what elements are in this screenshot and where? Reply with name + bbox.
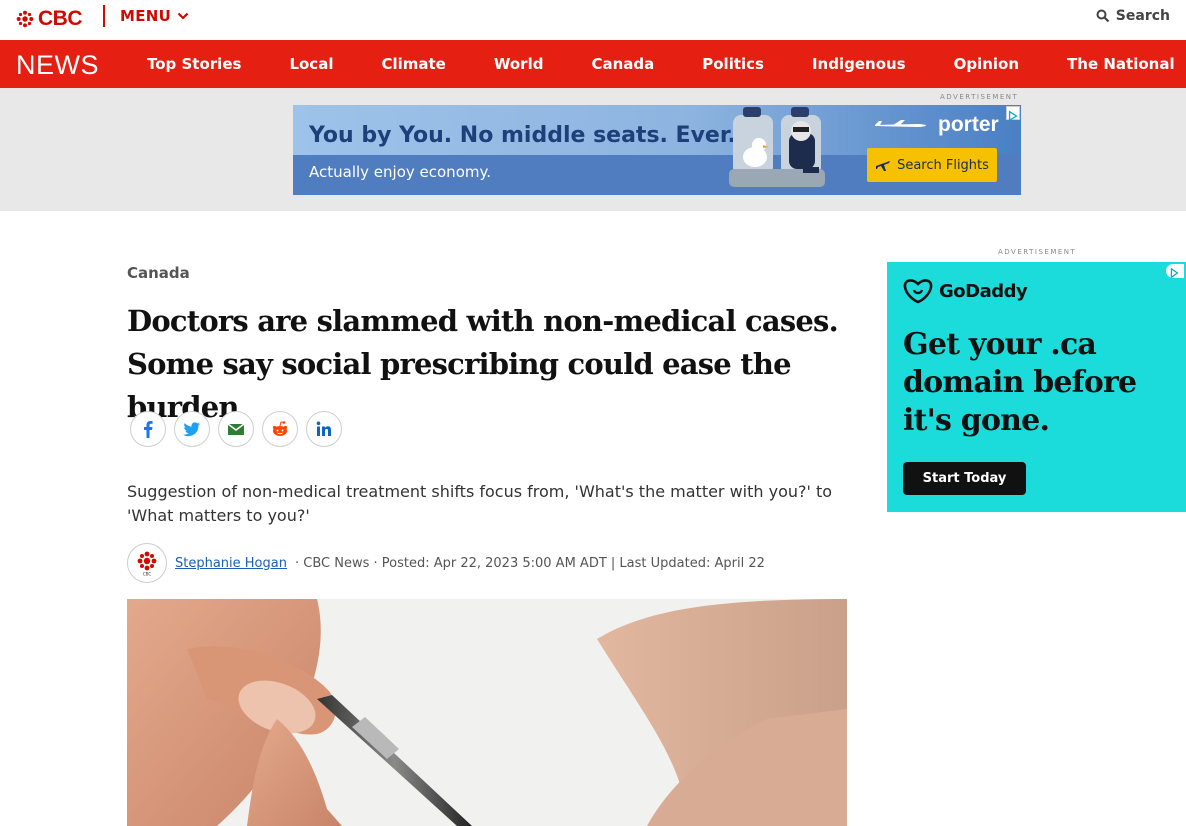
nav-item-top-stories[interactable]: Top Stories bbox=[147, 55, 241, 73]
linkedin-icon bbox=[316, 421, 331, 436]
cbc-logo[interactable]: CBC bbox=[16, 7, 83, 31]
adchoices-icon[interactable] bbox=[1166, 264, 1184, 279]
twitter-icon bbox=[183, 422, 200, 437]
porter-banner-ad[interactable]: You by You. No middle seats. Ever. Actua… bbox=[293, 105, 1021, 195]
menu-label: MENU bbox=[120, 7, 172, 25]
nav-item-canada[interactable]: Canada bbox=[591, 55, 654, 73]
article-headline: Doctors are slammed with non-medical cas… bbox=[127, 304, 839, 424]
cbc-gem-icon: CBC bbox=[137, 551, 157, 577]
header-divider bbox=[103, 5, 105, 27]
plane-icon bbox=[876, 161, 891, 171]
byline-meta: · CBC News · Posted: Apr 22, 2023 5:00 A… bbox=[294, 555, 765, 571]
share-bar bbox=[130, 411, 342, 447]
search-button[interactable]: Search bbox=[1096, 8, 1170, 24]
nav-item-the-national[interactable]: The National bbox=[1067, 55, 1175, 73]
share-facebook-button[interactable] bbox=[130, 411, 166, 447]
plane-icon bbox=[875, 120, 926, 127]
cbc-gem-icon bbox=[16, 10, 34, 28]
share-reddit-button[interactable] bbox=[262, 411, 298, 447]
search-flights-button[interactable]: Search Flights bbox=[867, 148, 997, 182]
nav-item-climate[interactable]: Climate bbox=[381, 55, 445, 73]
author-link[interactable]: Stephanie Hogan bbox=[175, 556, 287, 571]
article-dek: Suggestion of non-medical treatment shif… bbox=[127, 482, 833, 525]
godaddy-wordmark: GoDaddy bbox=[939, 280, 1028, 302]
porter-logo: porter bbox=[938, 113, 999, 136]
share-linkedin-button[interactable] bbox=[306, 411, 342, 447]
nav-item-local[interactable]: Local bbox=[289, 55, 333, 73]
menu-button[interactable]: MENU bbox=[120, 7, 189, 25]
hand-writing-photo bbox=[127, 599, 847, 826]
hero-image bbox=[127, 599, 847, 826]
search-icon bbox=[1096, 9, 1110, 23]
reddit-icon bbox=[272, 421, 288, 436]
ad-subline: Actually enjoy economy. bbox=[309, 163, 491, 181]
airplane-seats-illustration bbox=[729, 107, 825, 187]
nav-item-politics[interactable]: Politics bbox=[702, 55, 764, 73]
email-icon bbox=[227, 423, 245, 435]
godaddy-icon bbox=[903, 279, 933, 304]
ad-tag: ADVERTISEMENT bbox=[940, 93, 1019, 101]
nav-item-opinion[interactable]: Opinion bbox=[954, 55, 1019, 73]
ad-tag: ADVERTISEMENT bbox=[998, 248, 1077, 256]
adchoices-icon[interactable] bbox=[1006, 106, 1020, 122]
search-flights-label: Search Flights bbox=[897, 157, 989, 173]
cbc-wordmark: CBC bbox=[38, 7, 83, 30]
byline: CBC Stephanie Hogan · CBC News · Posted:… bbox=[127, 543, 765, 583]
section-kicker[interactable]: Canada bbox=[127, 264, 190, 282]
svg-text:CBC: CBC bbox=[143, 572, 151, 577]
facebook-icon bbox=[144, 421, 153, 438]
godaddy-sidebar-ad[interactable]: GoDaddy Get your .ca domain before it's … bbox=[887, 262, 1186, 512]
nav-item-world[interactable]: World bbox=[494, 55, 544, 73]
top-bar: CBC MENU Search bbox=[0, 0, 1186, 40]
ad-headline: You by You. No middle seats. Ever. bbox=[309, 123, 736, 148]
share-email-button[interactable] bbox=[218, 411, 254, 447]
nav-item-indigenous[interactable]: Indigenous bbox=[812, 55, 906, 73]
chevron-down-icon bbox=[177, 12, 189, 20]
godaddy-logo: GoDaddy bbox=[903, 278, 1028, 304]
nav-items: Top Stories Local Climate World Canada P… bbox=[147, 40, 1175, 88]
start-today-button[interactable]: Start Today bbox=[903, 462, 1026, 495]
godaddy-ad-copy: Get your .ca domain before it's gone. bbox=[903, 327, 1137, 438]
search-label: Search bbox=[1115, 8, 1170, 24]
news-nav: NEWS Top Stories Local Climate World Can… bbox=[0, 40, 1186, 88]
share-twitter-button[interactable] bbox=[174, 411, 210, 447]
news-brand[interactable]: NEWS bbox=[16, 50, 99, 81]
author-avatar: CBC bbox=[127, 543, 167, 583]
